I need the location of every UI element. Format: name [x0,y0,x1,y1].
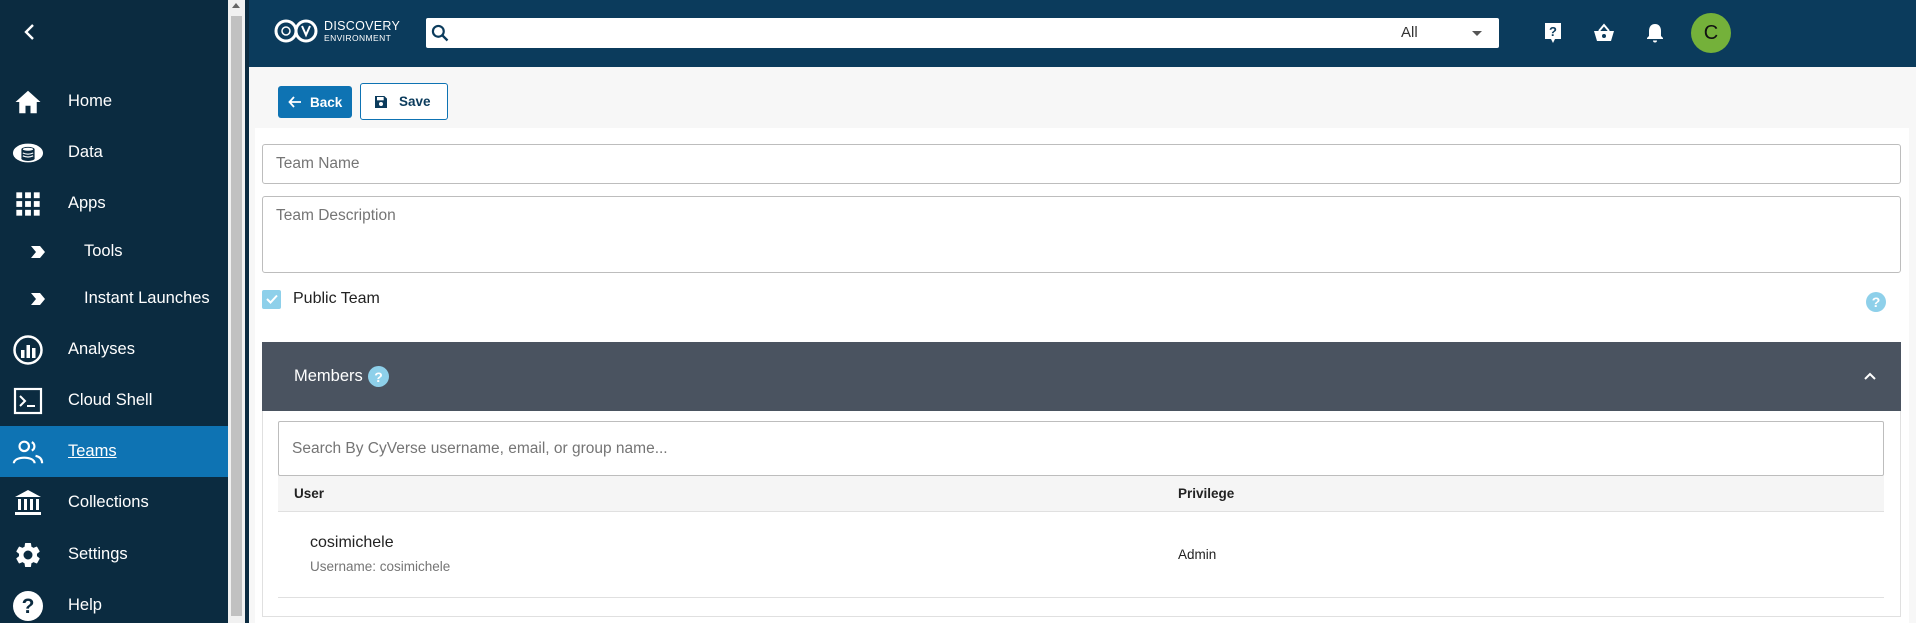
sidebar-item-data[interactable]: Data [0,127,228,178]
data-icon [12,137,44,169]
notifications-bell-icon[interactable] [1643,21,1667,45]
sidebar-item-apps[interactable]: Apps [0,178,228,229]
column-header-user[interactable]: User [294,486,324,501]
sidebar-item-label: Home [68,92,113,110]
sidebar-item-instant-launches[interactable]: Instant Launches [0,273,228,324]
vertical-scrollbar[interactable] [228,0,245,623]
top-app-bar: DISCOVERY ENVIRONMENT All ? C [249,0,1916,67]
public-team-help-icon[interactable]: ? [1866,292,1886,312]
member-username: Username: cosimichele [310,559,451,574]
sidebar-item-label: Teams [68,442,117,460]
global-search-bar[interactable]: All [426,18,1499,48]
apps-grid-icon [12,188,44,220]
members-title: Members [294,367,363,385]
sidebar-item-cloud-shell[interactable]: Cloud Shell [0,375,228,426]
member-search-placeholder: Search By CyVerse username, email, or gr… [292,440,668,457]
sidebar-item-label: Tools [84,242,123,260]
sidebar-item-label: Data [68,143,103,161]
basket-icon[interactable] [1592,21,1616,45]
collections-icon [12,487,44,519]
table-row[interactable]: cosimichele Username: cosimichele Admin [278,512,1884,598]
column-header-privilege[interactable]: Privilege [1178,486,1234,501]
chevron-up-icon[interactable] [1862,368,1878,384]
public-team-label: Public Team [293,290,380,307]
public-team-checkbox[interactable] [262,289,281,309]
search-icon [430,23,450,43]
team-name-field[interactable]: Team Name [262,144,1901,184]
analyses-icon [12,334,44,366]
svg-text:?: ? [1549,24,1557,39]
team-description-placeholder: Team Description [276,207,396,224]
back-button[interactable]: Back [278,86,352,118]
sidebar: Home Data Apps Tools Instant Launches An… [0,0,228,623]
members-accordion-header[interactable]: Members ? [262,342,1901,411]
sidebar-item-label: Analyses [68,340,135,358]
member-search-input[interactable]: Search By CyVerse username, email, or gr… [278,421,1884,476]
discovery-environment-logo[interactable]: DISCOVERY ENVIRONMENT [274,15,414,47]
team-description-field[interactable]: Team Description [262,196,1901,273]
help-icon: ? [12,590,44,622]
chevron-tag-icon [28,242,48,262]
help-question-icon[interactable]: ? [1541,21,1565,45]
save-button-label: Save [399,94,431,109]
teams-icon [12,436,44,468]
sidebar-item-label: Collections [68,493,149,511]
member-name: cosimichele [310,534,394,551]
save-button[interactable]: Save [360,83,448,120]
sidebar-item-label: Apps [68,194,106,212]
dropdown-caret-icon[interactable] [1472,31,1482,36]
sidebar-item-tools[interactable]: Tools [0,226,228,277]
team-name-placeholder: Team Name [276,155,360,172]
logo-title: DISCOVERY [324,18,401,33]
back-button-label: Back [310,94,343,110]
collapse-sidebar-chevron-icon[interactable] [18,20,42,44]
sidebar-item-analyses[interactable]: Analyses [0,324,228,375]
save-disk-icon [375,95,387,108]
user-avatar[interactable]: C [1691,13,1731,53]
sidebar-item-label: Cloud Shell [68,391,153,409]
sidebar-item-label: Settings [68,545,128,563]
members-table-header: User Privilege [278,476,1884,512]
chevron-tag-icon [28,289,48,309]
sidebar-item-home[interactable]: Home [0,76,228,127]
svg-text:?: ? [22,595,35,618]
home-icon [12,86,44,118]
logo-mark-icon [274,19,318,43]
sidebar-item-label: Help [68,596,102,614]
sidebar-item-collections[interactable]: Collections [0,477,228,528]
checkmark-icon [265,294,278,304]
terminal-icon [12,385,44,417]
scrollbar-thumb[interactable] [231,16,242,616]
sidebar-item-settings[interactable]: Settings [0,529,228,580]
sidebar-item-help[interactable]: ? Help [0,580,228,623]
member-privilege[interactable]: Admin [1178,547,1216,562]
members-help-icon[interactable]: ? [368,366,389,387]
public-team-option[interactable]: Public Team [262,289,380,309]
logo-subtitle: ENVIRONMENT [324,33,392,43]
gear-icon [12,539,44,571]
arrow-left-icon [288,96,301,108]
sidebar-item-label: Instant Launches [84,289,210,307]
scroll-up-arrow-icon[interactable] [232,3,240,8]
search-scope-select[interactable]: All [1401,24,1418,41]
sidebar-item-teams[interactable]: Teams [0,426,228,477]
